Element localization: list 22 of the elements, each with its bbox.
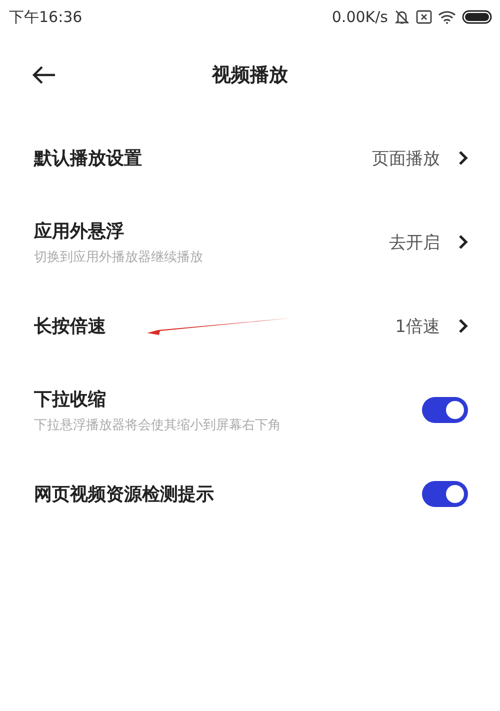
chevron-right-icon[interactable]: [458, 234, 468, 250]
setting-description: 下拉悬浮播放器将会使其缩小到屏幕右下角: [34, 416, 281, 434]
bell-off-icon: [394, 9, 410, 25]
setting-title: 应用外悬浮: [34, 220, 124, 242]
wifi-icon: [438, 10, 456, 24]
chevron-right-icon[interactable]: [458, 150, 468, 166]
setting-title: 长按倍速: [34, 315, 106, 338]
setting-title: 下拉收缩: [34, 388, 106, 410]
clock-time: 下午16:36: [9, 8, 82, 26]
toggle-switch[interactable]: [422, 397, 468, 423]
chevron-right-icon[interactable]: [458, 318, 468, 334]
setting-title: 默认播放设置: [34, 147, 142, 170]
sim-x-icon: [416, 10, 432, 24]
battery-icon: [462, 10, 492, 24]
network-speed: 0.00K/s: [332, 8, 388, 26]
setting-value[interactable]: 1倍速: [395, 314, 440, 338]
setting-value[interactable]: 去开启: [389, 230, 440, 254]
toggle-switch[interactable]: [422, 481, 468, 507]
setting-value[interactable]: 页面播放: [372, 146, 440, 170]
page-title: 视频播放: [212, 63, 288, 88]
setting-title: 网页视频资源检测提示: [34, 483, 214, 506]
setting-description: 切换到应用外播放器继续播放: [34, 248, 203, 266]
